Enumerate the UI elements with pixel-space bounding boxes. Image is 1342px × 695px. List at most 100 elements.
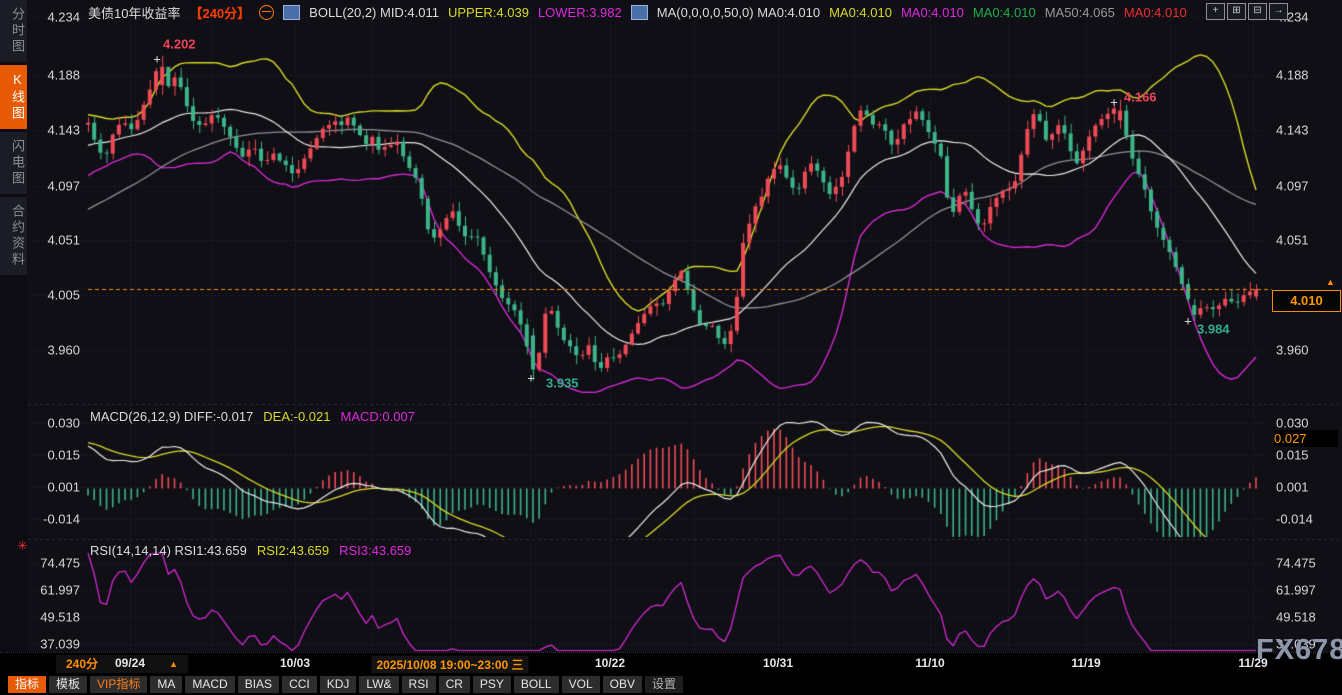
ma-indicator-icon: [631, 5, 648, 20]
ma-value: MA50:4.065: [1045, 5, 1115, 20]
boll-upper-value: UPPER:4.039: [448, 5, 529, 20]
boll-values: BOLL(20,2) MID:4.011: [309, 5, 439, 20]
axis-label: 4.188: [28, 68, 80, 83]
ma-value: MA0:4.010: [901, 5, 964, 20]
window-layout-icon[interactable]: →: [1269, 3, 1288, 20]
toolbar-button[interactable]: 模板: [49, 676, 87, 693]
toolbar-button[interactable]: CR: [439, 676, 470, 693]
axis-label: 4.143: [1276, 123, 1309, 138]
chart-header: 美债10年收益率 【240分】 BOLL(20,2) MID:4.011 UPP…: [88, 3, 1196, 21]
ma-group-values: MA(0,0,0,0,50,0) MA0:4.010: [657, 5, 820, 20]
cross-marker-icon: +: [1110, 95, 1118, 110]
axis-label: 0.015: [1276, 448, 1309, 463]
axis-label: 0.001: [28, 480, 80, 495]
axis-label: 0.001: [1276, 480, 1309, 495]
date-tick: 11/19: [1071, 656, 1100, 670]
rsi3-value: RSI3:43.659: [339, 543, 411, 558]
cross-marker-icon: +: [1184, 314, 1192, 329]
date-tick: 10/31: [763, 656, 793, 670]
toolbar-button[interactable]: VOL: [562, 676, 600, 693]
axis-label: 4.005: [28, 288, 80, 303]
toolbar-button[interactable]: OBV: [603, 676, 642, 693]
extreme-price-label: 4.202: [163, 37, 196, 52]
macd-dea-value: DEA:-0.021: [263, 409, 330, 424]
toolbar-button[interactable]: LW&: [359, 676, 398, 693]
macd-label: MACD(26,12,9) DIFF:-0.017: [90, 409, 253, 424]
window-layout-icon[interactable]: ⊞: [1227, 3, 1246, 20]
axis-label: 37.039: [28, 637, 80, 652]
alert-marker-icon: ✳: [17, 538, 28, 554]
toolbar-button[interactable]: BIAS: [238, 676, 279, 693]
date-tick: 09/24: [115, 656, 145, 670]
axis-label: -0.014: [1276, 512, 1313, 527]
toolbar-button[interactable]: 设置: [645, 676, 683, 693]
x-axis-strip: 240分 ▲ 09/2410/0310/2210/3111/1011/1911/…: [0, 652, 1342, 675]
cross-marker-icon: +: [527, 371, 535, 386]
last-price-tag: 4.010: [1272, 290, 1341, 312]
sidebar-tab[interactable]: 闪电图: [0, 132, 27, 194]
ma-value: MA0:4.010: [1124, 5, 1187, 20]
period-label: 240分: [66, 657, 98, 671]
axis-label: 0.015: [28, 448, 80, 463]
axis-label: 61.997: [1276, 583, 1316, 598]
macd-header: MACD(26,12,9) DIFF:-0.017 DEA:-0.021 MAC…: [90, 409, 415, 424]
date-tick: 10/22: [595, 656, 625, 670]
sidebar: 分时图 K线图闪电图合约资料: [0, 0, 27, 652]
window-layout-icon[interactable]: +: [1206, 3, 1225, 20]
toolbar-button[interactable]: 指标: [8, 676, 46, 693]
toolbar-button[interactable]: MA: [150, 676, 182, 693]
toolbar-button[interactable]: MACD: [185, 676, 234, 693]
toolbar-button[interactable]: VIP指标: [90, 676, 147, 693]
axis-label: 49.518: [28, 610, 80, 625]
axis-label: 61.997: [28, 583, 80, 598]
axis-label: 4.051: [28, 233, 80, 248]
indicator-toolbar: 指标模板VIP指标MAMACDBIASCCIKDJLW&RSICRPSYBOLL…: [0, 674, 1342, 695]
axis-label: 4.051: [1276, 233, 1309, 248]
right-axis: 4.2344.1884.1434.0974.0513.9600.0300.015…: [1276, 0, 1340, 695]
toolbar-button[interactable]: CCI: [282, 676, 317, 693]
extreme-price-label: 3.984: [1197, 322, 1230, 337]
toolbar-button[interactable]: BOLL: [514, 676, 559, 693]
left-axis: 4.234 4.188 4.143 4.097 4.051 4.005 3.960 0.030…: [28, 0, 80, 695]
date-tick: 10/03: [280, 656, 310, 670]
axis-label: 4.234: [28, 10, 80, 25]
axis-label: 4.143: [28, 123, 80, 138]
boll-indicator-icon: [283, 5, 300, 20]
axis-label: 3.960: [1276, 343, 1309, 358]
axis-label: 49.518: [1276, 610, 1316, 625]
selected-candle-date: 2025/10/08 19:00~23:00 三: [371, 656, 528, 673]
rsi2-value: RSI2:43.659: [257, 543, 329, 558]
macd-hist-value: MACD:0.007: [340, 409, 414, 424]
ma-value: MA0:4.010: [973, 5, 1036, 20]
period-tag: 【240分】: [189, 3, 250, 22]
toolbar-button[interactable]: KDJ: [320, 676, 357, 693]
axis-label: 0.030: [1276, 416, 1309, 431]
toolbar-button[interactable]: RSI: [402, 676, 436, 693]
sidebar-tab[interactable]: 合约资料: [0, 197, 27, 275]
toolbar-button[interactable]: PSY: [473, 676, 511, 693]
ma-value: MA0:4.010: [829, 5, 892, 20]
boll-lower-value: LOWER:3.982: [538, 5, 622, 20]
window-icons: +⊞⊟→: [1206, 3, 1288, 20]
rsi1-label: RSI(14,14,14) RSI1:43.659: [90, 543, 247, 558]
axis-label: 0.030: [28, 416, 80, 431]
price-pin-icon: ▲: [1326, 277, 1335, 287]
instrument-title: 美债10年收益率: [88, 3, 180, 22]
axis-label: -0.014: [28, 512, 80, 527]
watermark: FX678: [1256, 634, 1342, 667]
sidebar-tab[interactable]: K线图: [0, 65, 27, 129]
axis-label: 74.475: [28, 556, 80, 571]
axis-label: 4.188: [1276, 68, 1309, 83]
window-layout-icon[interactable]: ⊟: [1248, 3, 1267, 20]
date-tick: 11/10: [915, 656, 944, 670]
axis-label: 3.960: [28, 343, 80, 358]
chevron-up-icon: ▲: [169, 655, 178, 673]
sidebar-tab[interactable]: 分时图: [0, 0, 27, 62]
axis-label: 74.475: [1276, 556, 1316, 571]
rsi-header: RSI(14,14,14) RSI1:43.659 RSI2:43.659 RS…: [90, 543, 411, 558]
collapse-icon[interactable]: [259, 5, 274, 20]
extreme-price-label: 3.935: [546, 376, 579, 391]
cross-marker-icon: +: [153, 52, 161, 67]
axis-label: 4.097: [28, 179, 80, 194]
extreme-price-label: 4.166: [1124, 90, 1157, 105]
